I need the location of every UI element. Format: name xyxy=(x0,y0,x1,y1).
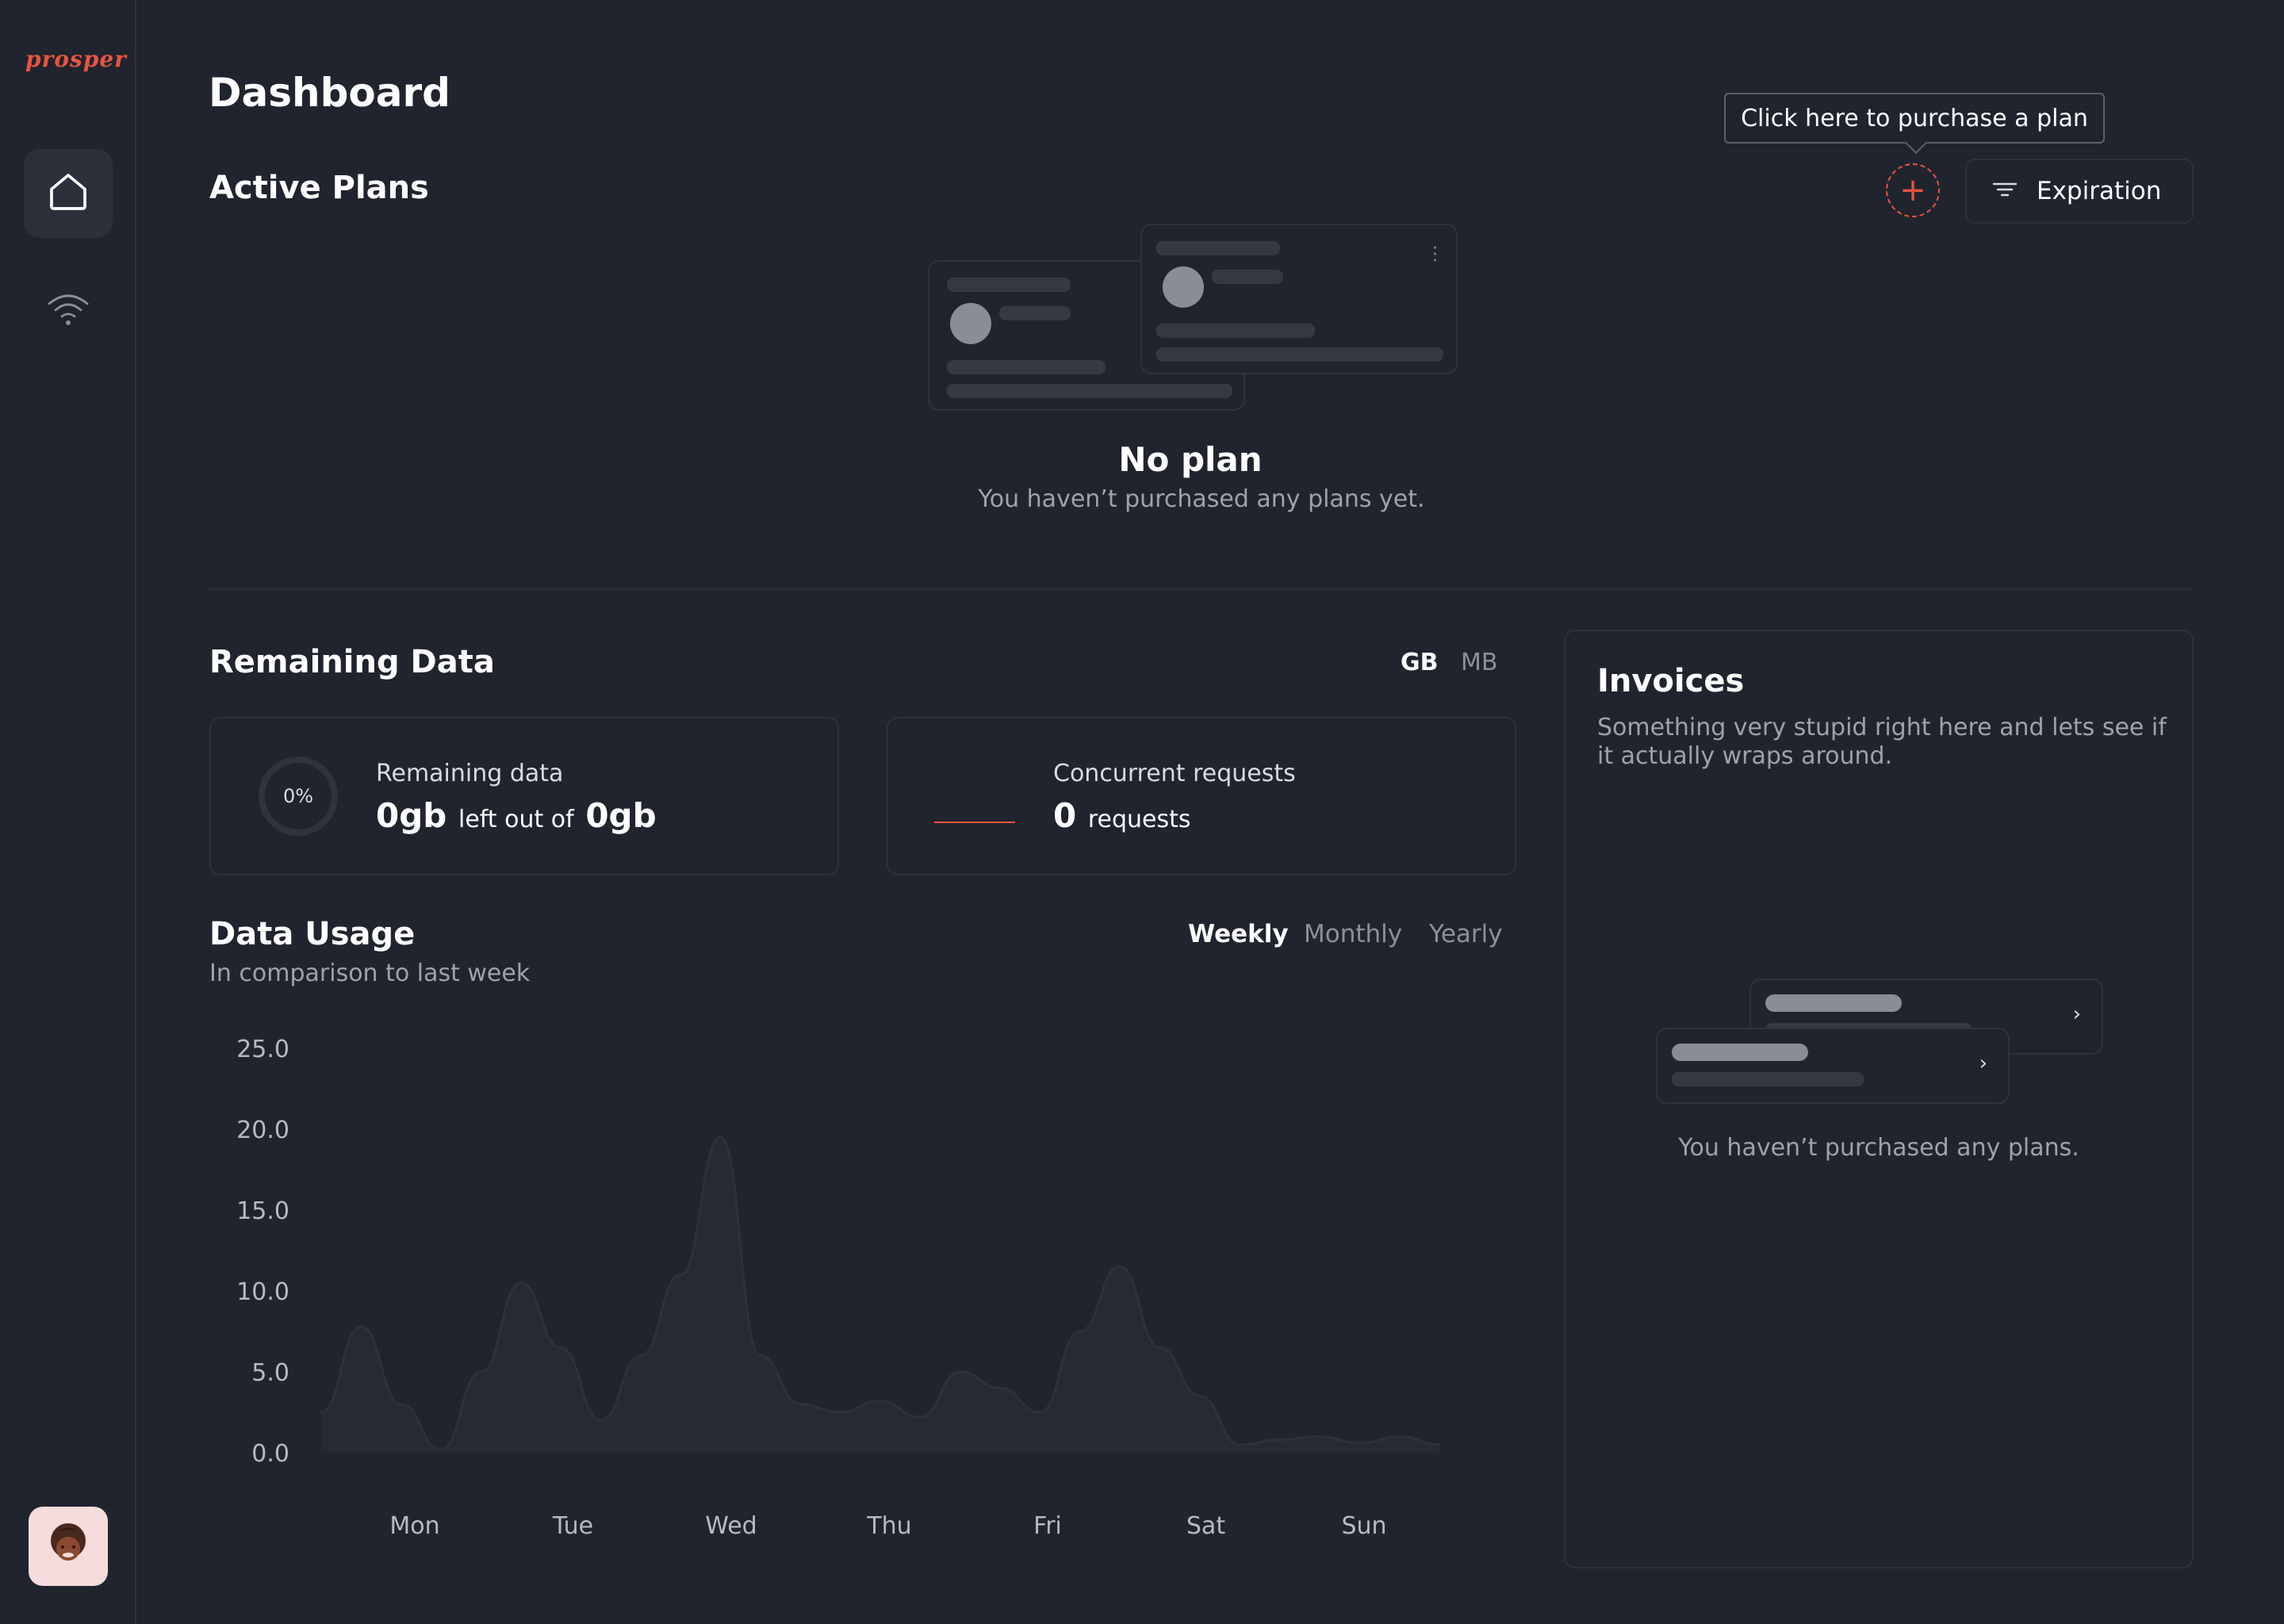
requests-unit: requests xyxy=(1087,806,1191,833)
usage-area xyxy=(321,1137,1439,1453)
concurrent-requests-value: 0 requests xyxy=(1053,796,1191,835)
usage-point xyxy=(1278,1438,1282,1442)
range-yearly-tab[interactable]: Yearly xyxy=(1429,920,1503,948)
usage-point xyxy=(639,1354,642,1358)
remaining-data-value: 0gb left out of 0gb xyxy=(376,796,657,835)
remaining-data-amount: 0gb xyxy=(376,796,447,835)
usage-point xyxy=(839,1411,842,1414)
sort-expiration-button[interactable]: Expiration xyxy=(1965,159,2194,224)
section-divider xyxy=(210,588,2193,590)
usage-point xyxy=(1238,1443,1241,1446)
usage-point xyxy=(600,1419,602,1422)
y-tick-label: 25.0 xyxy=(236,1036,289,1063)
usage-point xyxy=(1318,1435,1321,1438)
chevron-right-icon: › xyxy=(2072,1002,2081,1026)
data-usage-subtitle: In comparison to last week xyxy=(209,959,531,987)
add-plan-button[interactable]: + xyxy=(1886,163,1940,217)
y-tick-label: 0.0 xyxy=(251,1440,289,1468)
usage-point xyxy=(320,1411,323,1414)
unit-mb-toggle[interactable]: MB xyxy=(1461,649,1497,676)
remaining-data-label: Remaining data xyxy=(376,760,564,787)
concurrent-requests-label: Concurrent requests xyxy=(1053,760,1296,787)
empty-plans-title: No plan xyxy=(1118,440,1263,479)
usage-point xyxy=(439,1448,443,1451)
y-tick-label: 5.0 xyxy=(251,1359,289,1387)
requests-sparkline xyxy=(934,822,1015,823)
invoices-description: Something very stupid right here and let… xyxy=(1597,714,2167,770)
range-monthly-tab[interactable]: Monthly xyxy=(1304,920,1402,948)
usage-point xyxy=(1398,1435,1401,1438)
home-icon xyxy=(46,170,90,217)
usage-point xyxy=(400,1403,403,1406)
sort-label: Expiration xyxy=(2037,177,2162,205)
usage-point xyxy=(719,1136,722,1139)
sidebar: prosper xyxy=(0,0,136,1624)
y-tick-label: 10.0 xyxy=(236,1278,289,1306)
usage-point xyxy=(918,1415,922,1419)
usage-point xyxy=(759,1354,762,1358)
usage-point xyxy=(1438,1443,1441,1446)
x-tick-label: Mon xyxy=(389,1512,439,1540)
requests-count: 0 xyxy=(1053,796,1077,835)
usage-point xyxy=(1159,1346,1161,1349)
usage-point xyxy=(1038,1411,1041,1414)
wifi-icon xyxy=(44,289,92,331)
filter-lines-icon xyxy=(1992,177,2018,205)
usage-point xyxy=(519,1281,523,1285)
avatar[interactable] xyxy=(29,1507,108,1586)
y-tick-label: 20.0 xyxy=(236,1116,289,1144)
chevron-right-icon: › xyxy=(1979,1051,1987,1075)
invoices-panel: Invoices Something very stupid right her… xyxy=(1564,630,2194,1568)
app-logo: prosper xyxy=(25,46,127,72)
plus-icon: + xyxy=(1899,172,1926,209)
x-tick-label: Sun xyxy=(1341,1512,1386,1540)
usage-point xyxy=(879,1400,882,1403)
usage-point xyxy=(1198,1395,1201,1398)
usage-point xyxy=(559,1346,562,1349)
range-weekly-tab[interactable]: Weekly xyxy=(1188,920,1289,948)
sidebar-item-home[interactable] xyxy=(24,149,113,238)
x-tick-label: Tue xyxy=(552,1512,593,1540)
y-tick-label: 15.0 xyxy=(236,1197,289,1225)
x-tick-label: Fri xyxy=(1033,1512,1062,1540)
page-title: Dashboard xyxy=(209,70,450,116)
usage-point xyxy=(799,1403,802,1406)
empty-invoices-text: You haven’t purchased any plans. xyxy=(1678,1134,2079,1162)
empty-plans-subtitle: You haven’t purchased any plans yet. xyxy=(978,485,1425,513)
invoices-title: Invoices xyxy=(1597,663,1745,699)
usage-point xyxy=(1118,1265,1121,1268)
usage-point xyxy=(1358,1442,1361,1445)
remaining-data-title: Remaining Data xyxy=(209,644,495,680)
sidebar-item-proxies[interactable] xyxy=(24,266,113,354)
usage-point xyxy=(998,1386,1002,1389)
x-tick-label: Sat xyxy=(1186,1512,1225,1540)
more-vertical-icon: · · · xyxy=(1432,239,1438,271)
usage-point xyxy=(679,1274,682,1277)
x-tick-label: Wed xyxy=(705,1512,757,1540)
data-usage-chart: 25.0 20.0 15.0 10.0 5.0 0.0 Mon Tue Wed Thu Fri Sat… xyxy=(236,1036,1441,1540)
purchase-tooltip: Click here to purchase a plan xyxy=(1724,93,2105,144)
remaining-data-card: 0% Remaining data 0gb left out of 0gb xyxy=(209,717,839,875)
usage-point xyxy=(959,1370,962,1373)
x-tick-label: Thu xyxy=(866,1512,911,1540)
progress-percent: 0% xyxy=(282,785,314,807)
usage-point xyxy=(359,1325,362,1328)
remaining-data-connector: left out of xyxy=(458,806,574,833)
usage-point xyxy=(479,1370,482,1373)
usage-point xyxy=(1079,1330,1082,1333)
concurrent-requests-card: Concurrent requests 0 requests xyxy=(887,717,1516,875)
remaining-data-total: 0gb xyxy=(585,796,657,835)
data-usage-title: Data Usage xyxy=(209,916,416,952)
unit-gb-toggle[interactable]: GB xyxy=(1401,649,1439,676)
active-plans-title: Active Plans xyxy=(209,170,429,206)
